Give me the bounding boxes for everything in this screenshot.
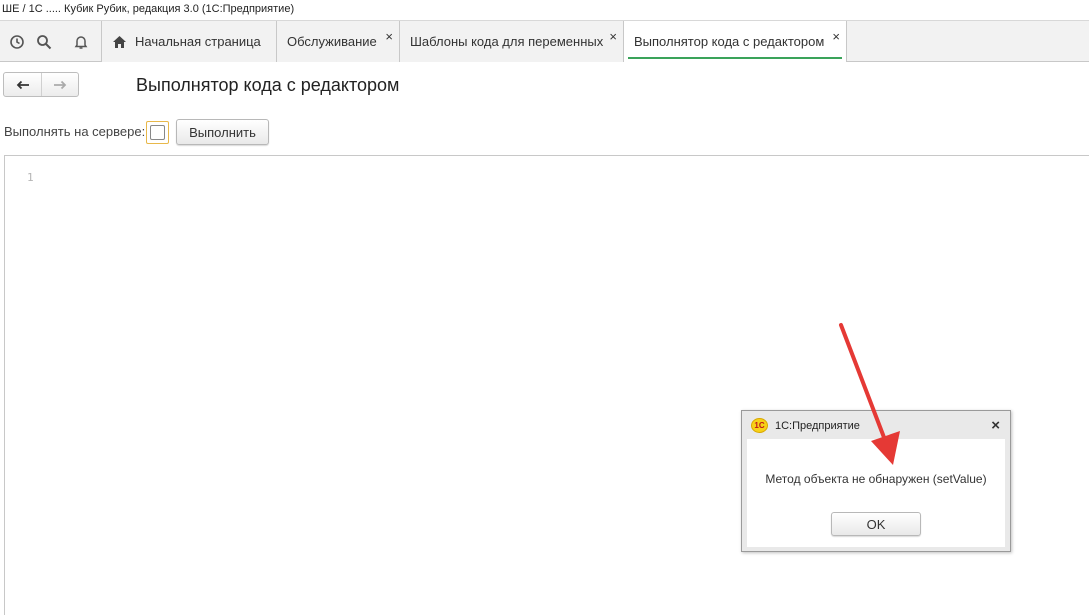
tab-home[interactable]: Начальная страница <box>101 21 276 62</box>
tab-label: Выполнятор кода с редактором <box>634 34 825 49</box>
dialog-message: Метод объекта не обнаружен (setValue) <box>765 472 987 486</box>
execute-button[interactable]: Выполнить <box>176 119 269 145</box>
checkbox-box <box>150 125 165 140</box>
server-label: Выполнять на сервере: <box>4 124 146 139</box>
tab-bar: Начальная страница Обслуживание × Шаблон… <box>0 20 1089 62</box>
dialog-header: 1С 1С:Предприятие × <box>742 411 1010 439</box>
tab-label: Начальная страница <box>135 34 261 49</box>
tab-code-templates[interactable]: Шаблоны кода для переменных × <box>399 21 623 62</box>
dialog-body: Метод объекта не обнаружен (setValue) OK <box>747 439 1005 547</box>
forward-button[interactable] <box>41 73 78 96</box>
1c-logo-icon: 1С <box>751 418 768 433</box>
arrow-right-icon <box>54 80 67 89</box>
close-icon[interactable]: × <box>385 30 393 43</box>
line-number: 1 <box>27 171 34 184</box>
close-icon[interactable]: × <box>832 30 840 43</box>
active-tab-indicator <box>628 57 842 59</box>
window-title: ШЕ / 1С ..... Кубик Рубик, редакция 3.0 … <box>2 3 295 15</box>
window-titlebar: ШЕ / 1С ..... Кубик Рубик, редакция 3.0 … <box>0 0 1089 20</box>
arrow-left-icon <box>16 80 29 89</box>
tab-label: Шаблоны кода для переменных <box>410 34 604 49</box>
tab-code-executor[interactable]: Выполнятор кода с редактором × <box>623 21 847 62</box>
back-button[interactable] <box>4 73 41 96</box>
dialog-title: 1С:Предприятие <box>775 420 860 432</box>
tab-maintenance[interactable]: Обслуживание × <box>276 21 399 62</box>
tab-label: Обслуживание <box>287 34 377 49</box>
close-icon[interactable]: × <box>609 30 617 43</box>
history-nav <box>3 72 79 97</box>
editor-gutter: 1 <box>5 156 45 615</box>
run-on-server-checkbox[interactable] <box>146 121 169 144</box>
ok-button[interactable]: OK <box>831 512 921 536</box>
close-icon[interactable]: × <box>991 417 1000 434</box>
home-icon <box>112 35 127 49</box>
search-icon[interactable] <box>27 21 61 62</box>
page-title: Выполнятор кода с редактором <box>136 75 400 95</box>
error-dialog: 1С 1С:Предприятие × Метод объекта не обн… <box>741 410 1011 552</box>
bell-icon[interactable] <box>64 21 98 62</box>
